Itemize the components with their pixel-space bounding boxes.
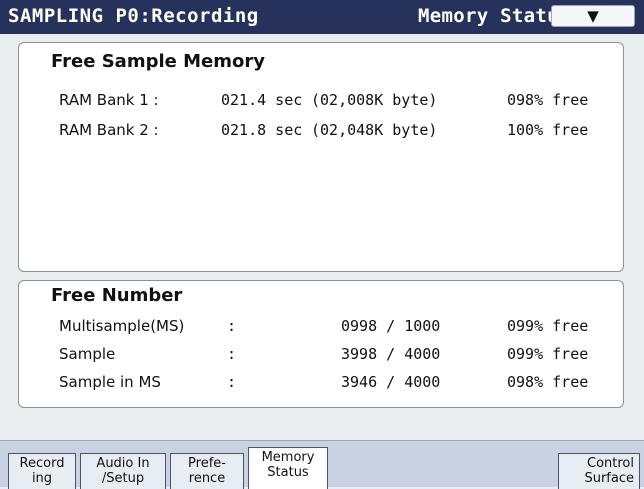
free-number-separator: : [227,345,237,363]
tab-label-line1: Prefe- [188,456,226,471]
tab-label-line1: Control [587,456,634,471]
tab-control-surface[interactable]: Control Surface [558,453,640,489]
free-number-panel: Free Number Multisample(MS) : 0998 / 100… [18,280,624,408]
title-bar: SAMPLING P0:Recording Memory Status ▼ [0,0,644,34]
tab-audio-in-setup[interactable]: Audio In /Setup [80,453,166,489]
free-number-label: Sample in MS [59,373,161,391]
tab-memory-status[interactable]: Memory Status [248,447,328,489]
tab-label-line2: rence [188,471,226,486]
ram-bank-time: 021.8 sec [221,121,303,139]
ram-bank-label: RAM Bank 1 : [59,91,159,109]
free-number-count: 3946 / 4000 [341,373,441,391]
free-number-row: Multisample(MS) : 0998 / 1000 099% free [19,317,623,339]
free-number-free: 098% free [507,373,589,391]
ram-bank-row: RAM Bank 1 : 021.4 sec (02,008K byte) 09… [19,91,623,113]
ram-bank-free: 100% free [507,121,589,139]
tab-label-line2: ing [31,471,53,486]
ram-bank-bytes: (02,008K byte) [311,91,438,109]
free-number-free: 099% free [507,345,589,363]
free-number-label: Multisample(MS) [59,317,185,335]
tab-label-line2: /Setup [101,471,145,486]
chevron-down-icon: ▼ [587,7,599,25]
ram-bank-free: 098% free [507,91,589,109]
free-number-separator: : [227,317,237,335]
free-number-label: Sample [59,345,116,363]
tab-label-line1: Memory [261,450,315,465]
free-number-count: 3998 / 4000 [341,345,441,363]
tab-recording[interactable]: Record ing [8,453,76,489]
free-number-count: 0998 / 1000 [341,317,441,335]
tab-label-line1: Record [19,456,65,471]
free-number-row: Sample in MS : 3946 / 4000 098% free [19,373,623,395]
tab-label-line2: Surface [584,471,634,486]
tab-label-line2: Status [267,465,309,480]
ram-bank-row: RAM Bank 2 : 021.8 sec (02,048K byte) 10… [19,121,623,143]
ram-bank-label: RAM Bank 2 : [59,121,159,139]
free-sample-memory-title: Free Sample Memory [51,51,265,72]
tab-preference[interactable]: Prefe- rence [170,453,244,489]
free-number-free: 099% free [507,317,589,335]
ram-bank-time: 021.4 sec [221,91,303,109]
free-sample-memory-panel: Free Sample Memory RAM Bank 1 : 021.4 se… [18,42,624,272]
page-menu-button[interactable]: ▼ [551,5,635,27]
page-name: Memory Status [418,5,571,27]
mode-page-title: SAMPLING P0:Recording [8,5,259,27]
page-tab-bar: Record ing Audio In /Setup Prefe- rence … [0,440,644,489]
ram-bank-bytes: (02,048K byte) [311,121,438,139]
free-number-separator: : [227,373,237,391]
free-number-row: Sample : 3998 / 4000 099% free [19,345,623,367]
free-number-title: Free Number [51,285,183,306]
tab-label-line1: Audio In [96,456,150,471]
